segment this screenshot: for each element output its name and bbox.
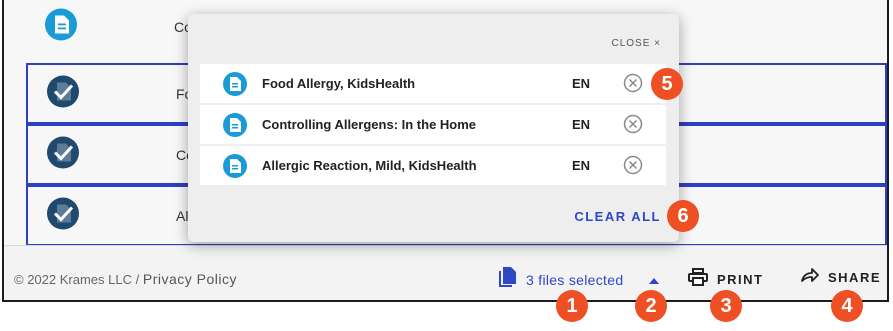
selected-file-item: Food Allergy, KidsHealth EN (200, 64, 666, 103)
document-icon (44, 7, 78, 46)
footer-separator: / (135, 272, 140, 287)
file-stack-icon (498, 266, 518, 293)
file-name: Controlling Allergens: In the Home (262, 117, 477, 132)
check-icon[interactable] (46, 74, 80, 113)
check-icon[interactable] (46, 196, 80, 235)
callout-badge-6: 6 (667, 200, 699, 232)
copyright-text: © 2022 Krames LLC (14, 272, 132, 287)
callout-badge-3: 3 (710, 290, 742, 322)
close-icon: × (654, 38, 661, 49)
close-label: CLOSE (611, 38, 651, 49)
share-label: SHARE (828, 270, 882, 285)
caret-up-icon[interactable] (649, 271, 659, 289)
check-icon[interactable] (46, 135, 80, 174)
close-popup-button[interactable]: CLOSE × (611, 38, 661, 49)
file-name: Allergic Reaction, Mild, KidsHealth (262, 158, 477, 173)
print-label: PRINT (717, 272, 764, 287)
document-icon (222, 153, 248, 184)
print-button[interactable]: PRINT (688, 268, 764, 291)
callout-badge-5: 5 (651, 68, 683, 100)
callout-badge-2: 2 (635, 290, 667, 322)
selected-file-item: Controlling Allergens: In the Home EN (200, 105, 666, 144)
privacy-policy-link[interactable]: Privacy Policy (143, 271, 237, 287)
selected-file-item: Allergic Reaction, Mild, KidsHealth EN (200, 146, 666, 185)
document-icon (222, 71, 248, 102)
file-name: Food Allergy, KidsHealth (262, 76, 416, 91)
files-selected-button[interactable]: 3 files selected (498, 266, 623, 293)
copyright: © 2022 Krames LLC / Privacy Policy (14, 271, 237, 287)
callout-badge-4: 4 (831, 290, 863, 322)
footer-bar: © 2022 Krames LLC / Privacy Policy 3 fil… (4, 245, 887, 300)
remove-file-icon[interactable] (623, 73, 643, 98)
file-language: EN (572, 117, 591, 132)
share-arrow-icon (801, 268, 819, 287)
remove-file-icon[interactable] (623, 155, 643, 180)
clear-all-button[interactable]: CLEAR ALL (574, 209, 661, 224)
files-selected-label: 3 files selected (526, 271, 624, 288)
document-icon (222, 112, 248, 143)
file-language: EN (572, 158, 591, 173)
printer-icon (688, 268, 708, 291)
file-language: EN (572, 76, 591, 91)
callout-badge-1: 1 (556, 290, 588, 322)
selected-files-popup: CLOSE × Food Allergy, KidsHealth EN Cont… (188, 14, 679, 242)
remove-file-icon[interactable] (623, 114, 643, 139)
share-button[interactable]: SHARE (801, 268, 881, 287)
